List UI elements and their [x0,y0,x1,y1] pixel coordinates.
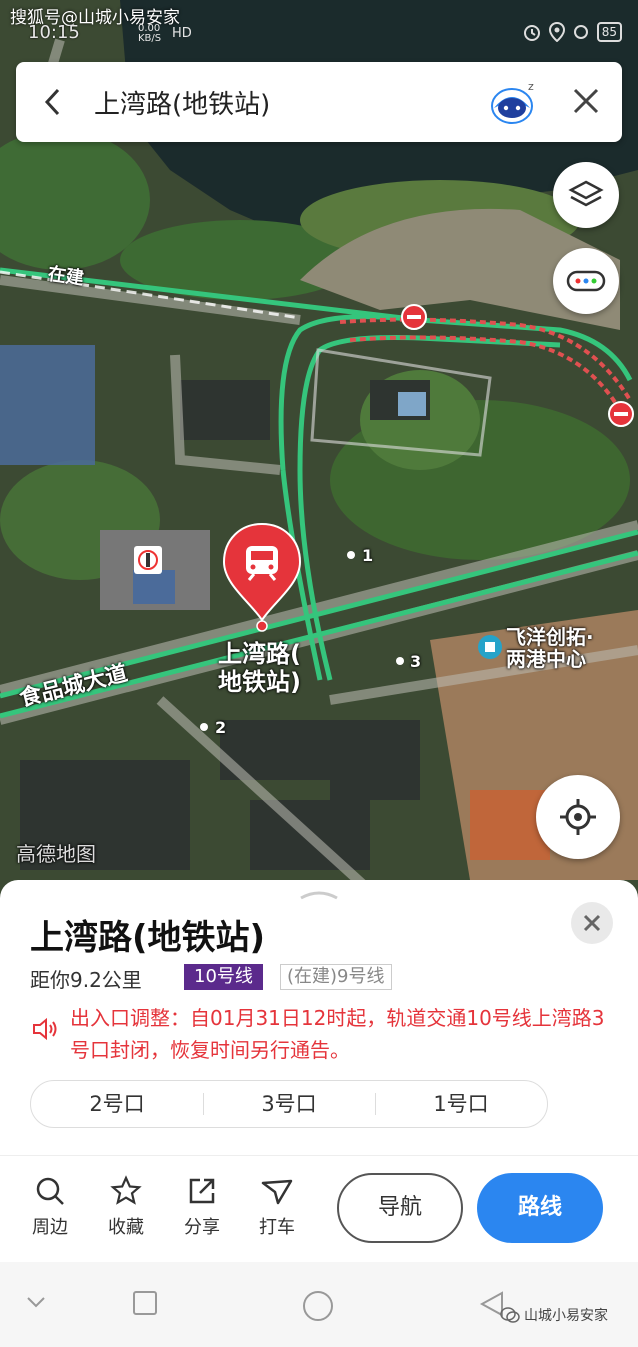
exit-selector: 2号口 3号口 1号口 [30,1080,548,1128]
status-net-speed: 0.00 KB/S [138,23,162,44]
search-icon [36,1177,64,1205]
status-bar: 搜狐号@山城小易安家 10:15 0.00 KB/S HD 85 [0,0,638,50]
gas-station-icon[interactable] [133,545,163,575]
no-entry-icon [401,304,427,330]
watermark-bottom-text: 山城小易安家 [524,1308,608,1324]
status-hd: HD [172,26,192,41]
chevron-down-icon[interactable] [24,1290,48,1314]
more-tools-button[interactable] [553,248,619,314]
no-entry-icon [608,401,634,427]
exit-dot [396,657,404,665]
poi-pin-icon[interactable] [477,634,503,664]
share-button[interactable]: 分享 [172,1175,232,1239]
taxi-label: 打车 [259,1217,295,1238]
share-label: 分享 [184,1217,220,1238]
more-dots-icon [566,270,606,292]
locate-crosshair-icon [560,799,596,835]
layers-icon [568,180,604,207]
distance-text: 距你9.2公里 [30,968,142,992]
close-icon[interactable] [571,86,601,116]
exit-tab-3[interactable]: 3号口 [203,1081,375,1127]
signal-icon [573,25,588,39]
map-view[interactable]: 在建 食品城大道 上湾路( 地铁站) 飞洋创拓· 两港中心 1 2 3 高德地图… [0,0,638,900]
taxi-button[interactable]: 打车 [247,1175,307,1239]
wechat-icon [500,1307,520,1323]
search-title[interactable]: 上湾路(地铁站) [94,84,270,121]
svg-text:z: z [528,80,534,93]
back-arrow-icon[interactable] [38,84,68,120]
navigate-button[interactable]: 导航 [337,1173,463,1243]
nearby-button[interactable]: 周边 [20,1175,80,1239]
close-icon [583,914,601,932]
divider [0,1155,638,1156]
sheet-close-button[interactable] [571,902,613,944]
share-icon [189,1178,215,1204]
location-icon [548,22,565,42]
exit-dot [200,723,208,731]
poi-title: 上湾路(地铁站) [30,918,266,958]
exit-tab-1[interactable]: 1号口 [375,1081,547,1127]
star-icon [110,1175,142,1205]
assistant-robot-icon[interactable]: z [488,78,540,126]
exit-dot [347,551,355,559]
metro-station-pin-icon[interactable] [222,522,302,632]
favorite-label: 收藏 [108,1217,144,1238]
locate-me-button[interactable] [536,775,620,859]
amap-logo: 高德地图 [16,842,96,866]
status-time: 10:15 [28,22,80,43]
recent-apps-icon[interactable] [132,1290,158,1316]
exit-marker-1[interactable]: 1 [362,546,373,565]
speaker-icon [33,1017,57,1041]
nearby-label: 周边 [32,1217,68,1238]
battery-indicator: 85 [596,22,622,42]
drag-handle-icon[interactable] [297,888,341,900]
exit-marker-2[interactable]: 2 [215,718,226,737]
layers-button[interactable] [553,162,619,228]
road-label-construction: 在建 [46,263,86,290]
alarm-icon [523,25,540,41]
status-right: 85 [523,22,622,42]
search-bar: 上湾路(地铁站) z [16,62,622,142]
line-9-badge[interactable]: (在建)9号线 [280,964,392,990]
poi-label-feiyang: 飞洋创拓· 两港中心 [506,625,594,671]
line-10-badge[interactable]: 10号线 [184,964,263,990]
home-icon[interactable] [302,1290,334,1322]
station-map-label: 上湾路( 地铁站) [218,640,301,696]
route-button[interactable]: 路线 [477,1173,603,1243]
favorite-button[interactable]: 收藏 [96,1175,156,1239]
service-notice: 出入口调整：自01月31日12时起，轨道交通10号线上湾路3号口封闭，恢复时间另… [70,1006,605,1062]
watermark-bottom: 山城小易安家 [500,1305,608,1325]
exit-tab-2[interactable]: 2号口 [31,1081,203,1127]
taxi-arrow-icon [261,1179,293,1205]
exit-marker-3[interactable]: 3 [410,652,421,671]
